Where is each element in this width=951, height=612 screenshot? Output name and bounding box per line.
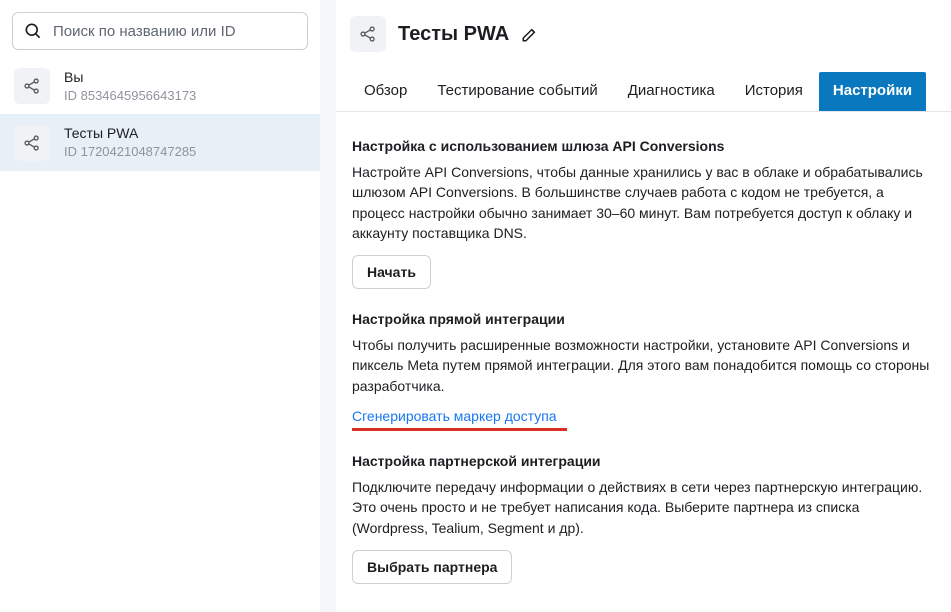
section-direct: Настройка прямой интеграции Чтобы получи…: [352, 311, 935, 431]
header: Тесты PWA: [336, 10, 951, 58]
section-body: Чтобы получить расширенные возможности н…: [352, 335, 935, 396]
search-input[interactable]: [53, 23, 297, 40]
search-box[interactable]: [12, 12, 308, 50]
section-title: Настройка прямой интеграции: [352, 311, 935, 327]
section-body: Подключите передачу информации о действи…: [352, 477, 935, 538]
generate-token-link[interactable]: Сгенерировать маркер доступа: [352, 408, 557, 424]
highlight-underline: [352, 428, 567, 431]
sidebar-item-tests-pwa[interactable]: Тесты PWA ID 1720421048747285: [0, 114, 320, 170]
section-partner: Настройка партнерской интеграции Подключ…: [352, 453, 935, 584]
share-nodes-icon: [14, 125, 50, 161]
sidebar-item-title: Вы: [64, 68, 196, 87]
tab-settings[interactable]: Настройки: [819, 72, 926, 111]
start-button[interactable]: Начать: [352, 255, 431, 289]
choose-partner-button[interactable]: Выбрать партнера: [352, 550, 512, 584]
sidebar-item-sub: ID 8534645956643173: [64, 87, 196, 105]
sidebar-item-title: Тесты PWA: [64, 124, 196, 143]
share-nodes-icon: [350, 16, 386, 52]
section-body: Настройте API Conversions, чтобы данные …: [352, 162, 935, 243]
sidebar: Вы ID 8534645956643173 Тесты PWA ID 1720…: [0, 0, 320, 612]
page-title: Тесты PWA: [398, 23, 509, 46]
main-panel: Тесты PWA Обзор Тестирование событий Диа…: [336, 0, 951, 612]
tab-history[interactable]: История: [731, 72, 817, 111]
sidebar-item-text: Тесты PWA ID 1720421048747285: [64, 124, 196, 160]
search-icon: [23, 21, 43, 41]
sidebar-item-text: Вы ID 8534645956643173: [64, 68, 196, 104]
tab-overview[interactable]: Обзор: [350, 72, 421, 111]
section-title: Настройка партнерской интеграции: [352, 453, 935, 469]
edit-icon[interactable]: [521, 25, 539, 43]
section-gateway: Настройка с использованием шлюза API Con…: [352, 138, 935, 289]
tabs: Обзор Тестирование событий Диагностика И…: [336, 72, 951, 112]
search-container: [0, 12, 320, 58]
sidebar-item-sub: ID 1720421048747285: [64, 143, 196, 161]
sidebar-item-you[interactable]: Вы ID 8534645956643173: [0, 58, 320, 114]
tab-diagnostics[interactable]: Диагностика: [614, 72, 729, 111]
share-nodes-icon: [14, 68, 50, 104]
section-title: Настройка с использованием шлюза API Con…: [352, 138, 935, 154]
tab-event-testing[interactable]: Тестирование событий: [423, 72, 611, 111]
content: Настройка с использованием шлюза API Con…: [336, 112, 951, 584]
